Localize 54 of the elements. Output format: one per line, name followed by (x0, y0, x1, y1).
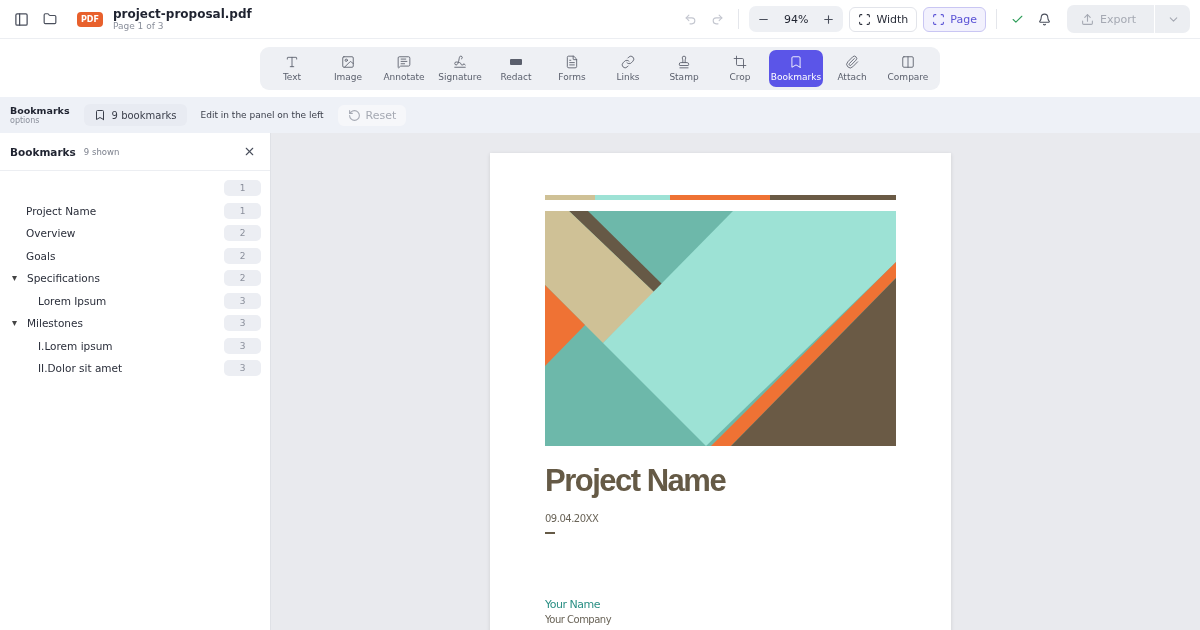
tool-button[interactable]: Bookmarks (769, 49, 823, 87)
tool-button[interactable]: Compare (881, 49, 935, 87)
frame-icon (858, 12, 872, 26)
bookmark-title[interactable]: I.Lorem ipsum (38, 339, 224, 352)
signature-icon (453, 54, 467, 69)
options-title: Bookmarks (10, 105, 70, 116)
hint-text: Edit in the panel on the left (200, 110, 324, 120)
bookmark-title[interactable]: Project Name (26, 204, 224, 217)
tool-button[interactable]: Text (265, 49, 319, 87)
form-icon (565, 54, 579, 69)
bookmark-title[interactable]: Goals (26, 249, 224, 262)
link-icon (621, 54, 635, 69)
document-date: 09.04.20XX (545, 513, 600, 524)
bookmark-title[interactable]: Overview (26, 227, 224, 240)
panel-title: Bookmarks (10, 145, 76, 158)
options-subtitle: options (10, 116, 41, 125)
image-icon (341, 54, 355, 69)
stamp-icon (677, 54, 691, 69)
company-name: Your Company (545, 613, 613, 625)
document-title: Project Name (545, 463, 727, 499)
tool-button[interactable]: Image (321, 49, 375, 87)
comment-icon (397, 54, 411, 69)
file-type-badge: PDF (77, 11, 103, 27)
bookmark-title[interactable]: Lorem Ipsum (38, 294, 224, 307)
bookmark-title[interactable]: Specifications (27, 272, 224, 285)
bookmark-icon (789, 54, 803, 69)
count-label: 9 bookmarks (111, 109, 177, 121)
tool-button[interactable]: Stamp (657, 49, 711, 87)
fit-button[interactable]: Width (849, 6, 918, 32)
page-info: Page 1 of 3 (112, 21, 165, 31)
text-icon (285, 54, 299, 69)
expand-triangle-icon[interactable] (12, 320, 17, 326)
tool-button[interactable]: Crop (713, 49, 767, 87)
reset-icon (347, 108, 361, 122)
tool-button[interactable]: Attach (825, 49, 879, 87)
fit-button[interactable]: Page (923, 6, 986, 32)
bookmark-title[interactable]: II.Dolor sit amet (38, 362, 224, 375)
panel-count: 9 shown (83, 146, 120, 157)
expand-triangle-icon[interactable] (12, 275, 17, 281)
frame-icon (932, 12, 946, 26)
paperclip-icon (845, 54, 859, 69)
columns-icon (901, 54, 915, 69)
zoom-level: 94% (783, 12, 809, 26)
file-name: project-proposal.pdf (112, 7, 252, 21)
tool-button[interactable]: Links (601, 49, 655, 87)
tool-button[interactable]: Annotate (377, 49, 431, 87)
upload-icon (1081, 12, 1094, 26)
tool-button[interactable]: Forms (545, 49, 599, 87)
bookmark-title[interactable]: Milestones (27, 317, 224, 330)
crop-icon (733, 54, 747, 69)
author-name: Your Name (545, 597, 601, 611)
tool-button[interactable]: Redact (489, 49, 543, 87)
bookmark-icon (93, 109, 106, 121)
tool-button[interactable]: Signature (433, 49, 487, 87)
